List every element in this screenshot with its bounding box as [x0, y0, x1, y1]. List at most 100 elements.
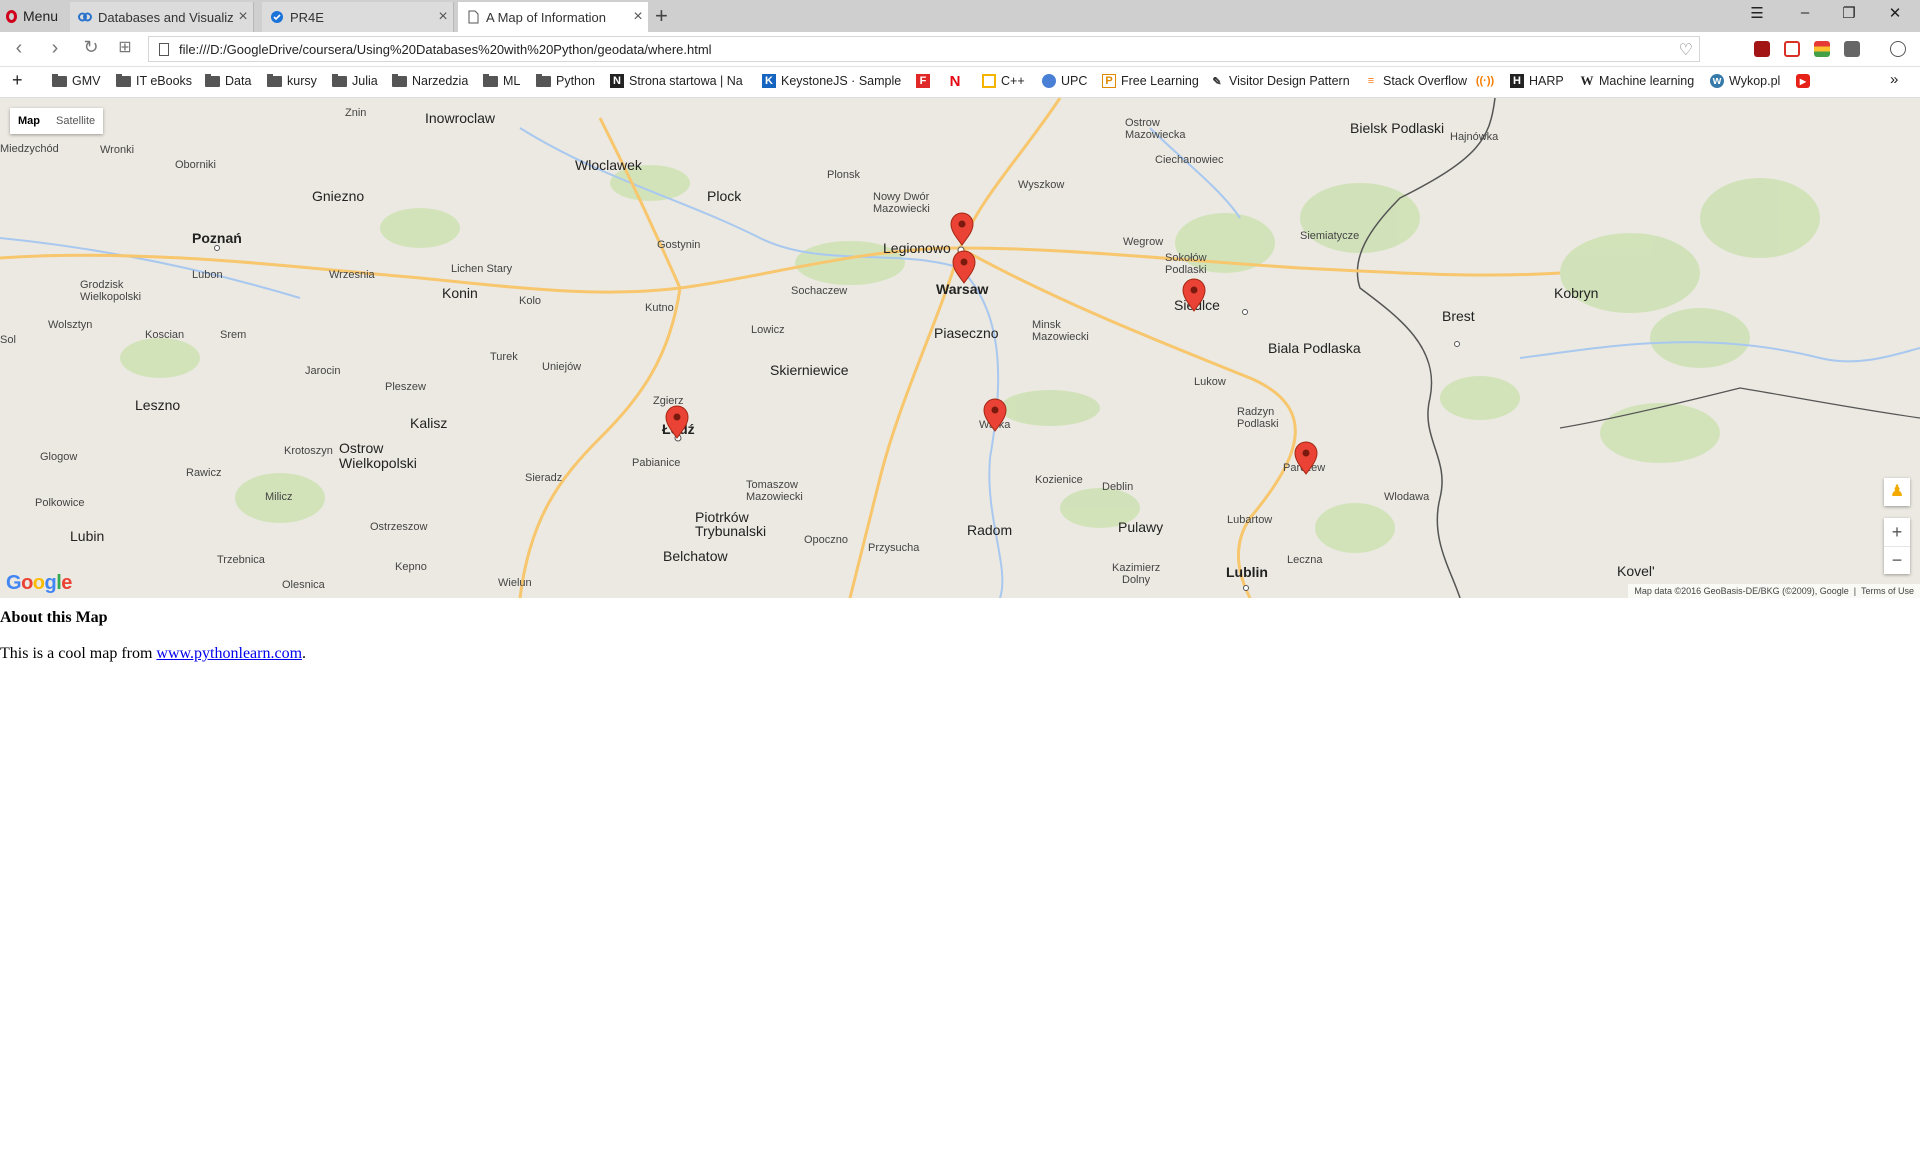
bookmark-label: GMV: [72, 74, 101, 88]
pythonlearn-link[interactable]: www.pythonlearn.com: [156, 645, 302, 662]
map-marker-warka[interactable]: [983, 398, 1007, 432]
folder-icon: [536, 73, 551, 87]
new-tab-icon[interactable]: +: [655, 4, 668, 28]
n-icon: N: [610, 74, 624, 88]
tab-map-of-information[interactable]: A Map of Information ×: [458, 2, 648, 32]
folder-icon: [267, 73, 282, 87]
folder-icon: [332, 73, 347, 87]
adblock-extension-icon[interactable]: [1754, 41, 1770, 57]
google-map[interactable]: Znin Inowroclaw Wloclawek Plonsk Ostrow Maz…: [0, 98, 1920, 598]
map-marker-piaseczno[interactable]: [952, 250, 976, 284]
page-info-icon[interactable]: [159, 42, 169, 56]
map-type-control: Map Satellite: [10, 108, 104, 134]
bookmark-ml[interactable]: ML: [483, 73, 521, 88]
bookmark-stack-overflow[interactable]: ≡ Stack Overflow: [1364, 74, 1467, 88]
bookmark-machine-learning[interactable]: W Machine learning: [1580, 73, 1695, 88]
bookmark-keystonejs[interactable]: K KeystoneJS · Sample: [762, 74, 901, 88]
map-marker-parczew[interactable]: [1294, 441, 1318, 475]
map-type-map-button[interactable]: Map: [10, 108, 48, 134]
bookmark-visitor-pattern[interactable]: ✎ Visitor Design Pattern: [1210, 74, 1350, 88]
tab-title: A Map of Information: [486, 9, 606, 25]
bookmark-it-ebooks[interactable]: IT eBooks: [116, 73, 192, 88]
bookmark-heart-icon[interactable]: ♡: [1679, 40, 1693, 60]
bookmark-label: Wykop.pl: [1729, 74, 1781, 88]
cpp-icon: [982, 74, 996, 88]
wikipedia-icon: W: [1580, 73, 1594, 88]
youtube-icon: ▶: [1796, 74, 1810, 88]
bookmark-label: Free Learning: [1121, 74, 1199, 88]
bookmark-cpp[interactable]: C++: [982, 74, 1025, 88]
stackoverflow-icon: ≡: [1367, 75, 1375, 87]
harp-icon: H: [1510, 74, 1524, 88]
page-icon: [468, 10, 479, 24]
bookmark-netflix[interactable]: N: [948, 73, 967, 90]
street-view-pegman-icon[interactable]: ♟: [1884, 478, 1910, 506]
opera-menu-button[interactable]: Menu: [6, 6, 58, 26]
more-bookmarks-icon[interactable]: »: [1890, 71, 1898, 88]
close-window-icon[interactable]: ✕: [1880, 4, 1910, 22]
bookmark-feed[interactable]: ((·)): [1475, 74, 1497, 88]
map-marker-siedlce[interactable]: [1182, 278, 1206, 312]
terms-of-use-link[interactable]: Terms of Use: [1861, 586, 1914, 596]
google-logo[interactable]: Google: [6, 572, 72, 595]
menu-label: Menu: [23, 8, 59, 24]
bookmark-gmv[interactable]: GMV: [52, 73, 101, 88]
close-tab-icon[interactable]: ×: [433, 8, 453, 26]
zoom-out-button[interactable]: −: [1884, 546, 1910, 575]
speed-dial-icon[interactable]: ⊞: [112, 37, 138, 57]
tab-databases[interactable]: Databases and Visualizatio ×: [70, 2, 254, 32]
tab-title: PR4E: [290, 9, 324, 25]
tab-pr4e[interactable]: PR4E ×: [262, 2, 454, 32]
bookmark-youtube[interactable]: ▶: [1796, 74, 1815, 88]
bookmark-label: kursy: [287, 74, 317, 88]
bookmark-free-learning[interactable]: P Free Learning: [1102, 74, 1199, 88]
zoom-in-button[interactable]: +: [1884, 518, 1910, 546]
reload-icon[interactable]: ↻: [78, 37, 104, 58]
map-marker-warsaw[interactable]: [950, 212, 974, 246]
close-tab-icon[interactable]: ×: [233, 8, 253, 26]
downloads-icon[interactable]: [1890, 41, 1906, 57]
folder-icon: [52, 73, 67, 87]
close-tab-icon[interactable]: ×: [628, 8, 648, 26]
wykop-icon: w: [1710, 74, 1724, 88]
map-marker-lodz[interactable]: [665, 405, 689, 439]
bookmark-label: Narzedzia: [412, 74, 469, 88]
bookmark-harp[interactable]: H HARP: [1510, 74, 1564, 88]
bookmark-label: ML: [503, 74, 521, 88]
bookmark-narzedzia[interactable]: Narzedzia: [392, 73, 469, 88]
url-text: file:///D:/GoogleDrive/coursera/Using%20…: [179, 41, 712, 57]
bookmark-label: UPC: [1061, 74, 1088, 88]
url-field[interactable]: file:///D:/GoogleDrive/coursera/Using%20…: [148, 36, 1700, 62]
bookmark-wykop[interactable]: w Wykop.pl: [1710, 74, 1780, 88]
pattern-icon: ✎: [1212, 75, 1222, 88]
bookmark-strona-startowa[interactable]: N Strona startowa | Na: [610, 74, 743, 88]
tab-bar: Menu Databases and Visualizatio × PR4E ×…: [0, 0, 1920, 32]
back-icon[interactable]: ‹: [6, 37, 32, 60]
k-icon: K: [762, 74, 776, 88]
bookmark-upc[interactable]: UPC: [1042, 74, 1087, 88]
add-bookmark-icon[interactable]: +: [12, 70, 23, 91]
forward-icon[interactable]: ›: [42, 37, 68, 60]
wifi-icon: ((·)): [1475, 75, 1495, 87]
minimize-icon[interactable]: –: [1790, 4, 1820, 21]
bookmark-label: Visitor Design Pattern: [1229, 74, 1350, 88]
attribution-text: Map data ©2016 GeoBasis-DE/BKG (©2009), …: [1634, 586, 1849, 596]
bookmark-julia[interactable]: Julia: [332, 73, 378, 88]
restore-icon[interactable]: ❐: [1834, 4, 1864, 22]
tab-menu-icon[interactable]: ☰: [1742, 4, 1772, 22]
extension-icon[interactable]: [1814, 41, 1830, 57]
bookmark-flipboard[interactable]: F: [916, 74, 935, 88]
bookmark-label: HARP: [1529, 74, 1564, 88]
bookmark-data[interactable]: Data: [205, 73, 251, 88]
coursera-icon: [78, 12, 92, 22]
bookmarks-bar: + GMV IT eBooks Data kursy Julia Narzedz…: [0, 67, 1920, 98]
settings-extension-icon[interactable]: [1844, 41, 1860, 57]
map-type-satellite-button[interactable]: Satellite: [48, 108, 103, 134]
folder-icon: [483, 73, 498, 87]
marker-layer: [665, 212, 1318, 475]
bookmark-label: Stack Overflow: [1383, 74, 1468, 88]
bookmark-kursy[interactable]: kursy: [267, 73, 317, 88]
bookmark-python[interactable]: Python: [536, 73, 595, 88]
gmail-extension-icon[interactable]: [1784, 41, 1800, 57]
about-heading: About this Map: [0, 609, 108, 626]
